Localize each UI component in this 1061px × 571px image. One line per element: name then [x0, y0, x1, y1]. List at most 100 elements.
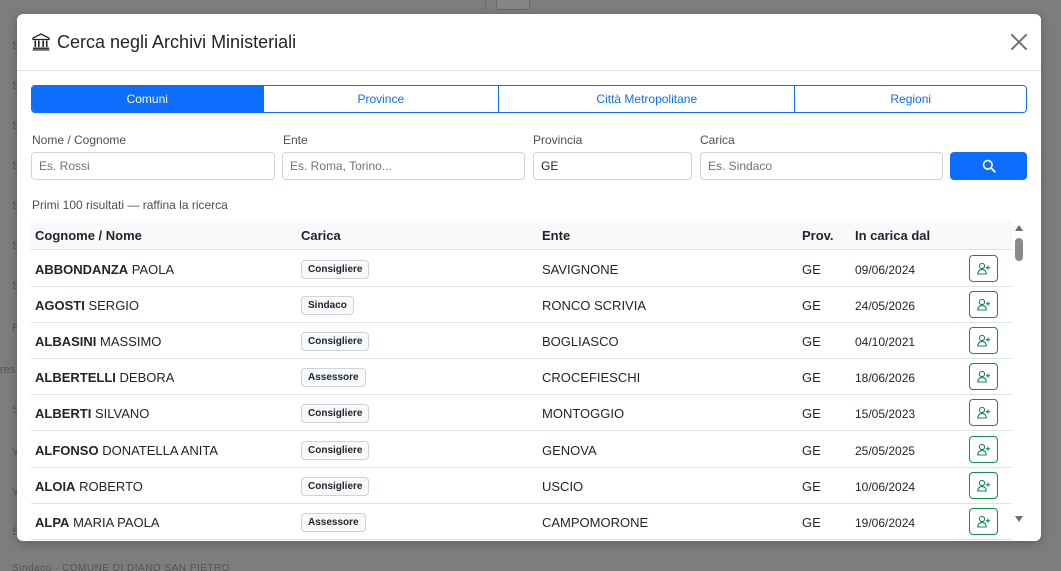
table-row: ALBASINI MASSIMO Consigliere BOGLIASCO GE 04…	[31, 323, 1012, 359]
cell-ente: CAMPOMORONE	[542, 515, 649, 530]
user-plus-icon	[976, 334, 990, 347]
cell-prov: GE	[802, 262, 821, 277]
header-nome: Cognome / Nome	[35, 228, 142, 243]
tab-province[interactable]: Province	[263, 86, 500, 112]
carica-label: Carica	[700, 133, 735, 147]
cell-surname: ALBASINI	[35, 334, 97, 349]
table-scrollbar[interactable]	[1012, 221, 1026, 541]
cell-prov: GE	[802, 479, 821, 494]
background-text: res	[0, 364, 16, 376]
header-carica: Carica	[301, 228, 341, 243]
cell-nome: ALBERTI SILVANO	[35, 406, 149, 421]
cell-prov: GE	[802, 406, 821, 421]
user-plus-icon	[976, 262, 990, 275]
provincia-label: Provincia	[533, 133, 583, 147]
cell-firstname: DONATELLA ANITA	[102, 443, 219, 458]
cell-nome: ALPA MARIA PAOLA	[35, 515, 160, 530]
cell-firstname: ROBERTO	[79, 479, 143, 494]
cell-surname: ALFONSO	[35, 443, 99, 458]
cell-firstname: SERGIO	[88, 298, 140, 313]
carica-badge: Consigliere	[301, 477, 370, 496]
add-person-button[interactable]	[969, 255, 998, 282]
cell-nome: ALBASINI MASSIMO	[35, 334, 161, 349]
scroll-thumb[interactable]	[1015, 238, 1023, 261]
cell-prov: GE	[802, 443, 821, 458]
cell-ente: BOGLIASCO	[542, 334, 619, 349]
carica-badge: Sindaco	[301, 296, 354, 315]
user-plus-icon	[976, 443, 990, 456]
scroll-up-arrow-icon[interactable]	[1015, 225, 1023, 231]
user-plus-icon	[976, 370, 990, 383]
cell-prov: GE	[802, 298, 821, 313]
table-row: ALFONSO DONATELLA ANITA Consigliere GENOVA…	[31, 432, 1012, 468]
carica-badge: Assessore	[301, 368, 366, 387]
add-person-button[interactable]	[969, 363, 998, 390]
add-person-button[interactable]	[969, 327, 998, 354]
cell-dal: 24/05/2026	[855, 299, 916, 313]
background-bottom-text: Sindaco · COMUNE DI DIANO SAN PIETRO	[12, 563, 231, 571]
header-dal: In carica dal	[855, 228, 931, 243]
cell-prov: GE	[802, 334, 821, 349]
cell-nome: AGOSTI SERGIO	[35, 298, 139, 313]
cell-surname: ABBONDANZA	[35, 262, 129, 277]
cell-nome: ALBERTELLI DEBORA	[35, 370, 174, 385]
header-prov: Prov.	[802, 228, 834, 243]
table-row: AGOSTI SERGIO Sindaco RONCO SCRIVIA GE 24/05…	[31, 287, 1012, 323]
modal-title-text: Cerca negli Archivi Ministeriali	[57, 31, 297, 52]
cell-dal: 18/06/2026	[855, 371, 916, 385]
add-person-button[interactable]	[969, 399, 998, 426]
cell-prov: GE	[802, 370, 821, 385]
cell-dal: 09/06/2024	[855, 263, 916, 277]
cell-firstname: DEBORA	[119, 370, 175, 385]
user-plus-icon	[976, 515, 990, 528]
search-button[interactable]	[950, 152, 1027, 180]
user-plus-icon	[976, 406, 990, 419]
table-row: ALPA MARIA PAOLA Assessore CAMPOMORONE GE 19…	[31, 504, 1012, 540]
scroll-down-arrow-icon[interactable]	[1015, 516, 1023, 522]
cell-dal: 15/05/2023	[855, 407, 916, 421]
cell-ente: GENOVA	[542, 443, 597, 458]
results-table: Cognome / Nome Carica Ente Prov. In cari…	[31, 221, 1027, 541]
table-row: ALBERTELLI DEBORA Assessore CROCEFIESCHI GE…	[31, 359, 1012, 395]
close-icon[interactable]	[1009, 32, 1029, 52]
cell-firstname: PAOLA	[131, 262, 175, 277]
cell-dal: 19/06/2024	[855, 516, 916, 530]
cell-ente: SAVIGNONE	[542, 262, 619, 277]
cell-ente: RONCO SCRIVIA	[542, 298, 647, 313]
tab-citta-metropolitane[interactable]: Città Metropolitane	[499, 86, 796, 112]
nome-input[interactable]	[31, 152, 275, 180]
add-person-button[interactable]	[969, 291, 998, 318]
cell-surname: ALPA	[35, 515, 70, 530]
carica-badge: Assessore	[301, 513, 366, 532]
cell-dal: 25/05/2025	[855, 444, 916, 458]
add-person-button[interactable]	[969, 508, 998, 535]
cell-ente: USCIO	[542, 479, 584, 494]
table-row: ABBONDANZA PAOLA Consigliere SAVIGNONE GE 09…	[31, 251, 1012, 287]
cell-ente: CROCEFIESCHI	[542, 370, 641, 385]
cell-surname: ALBERTI	[35, 406, 92, 421]
carica-badge: Consigliere	[301, 441, 370, 460]
carica-badge: Consigliere	[301, 332, 370, 351]
cell-nome: ABBONDANZA PAOLA	[35, 262, 174, 277]
cell-firstname: MASSIMO	[100, 334, 162, 349]
cell-nome: ALOIA ROBERTO	[35, 479, 143, 494]
nome-label: Nome / Cognome	[32, 133, 127, 147]
carica-input[interactable]	[700, 152, 943, 180]
modal-header: Cerca negli Archivi Ministeriali	[17, 14, 1041, 71]
tab-regioni[interactable]: Regioni	[795, 86, 1026, 112]
add-person-button[interactable]	[969, 436, 998, 463]
header-ente: Ente	[542, 228, 571, 243]
search-modal: Cerca negli Archivi Ministeriali Comuni …	[17, 14, 1041, 541]
table-row: ALBERTI SILVANO Consigliere MONTOGGIO GE 15/…	[31, 395, 1012, 431]
cell-dal: 04/10/2021	[855, 335, 916, 349]
cell-firstname: MARIA PAOLA	[73, 515, 160, 530]
cell-ente: MONTOGGIO	[542, 406, 625, 421]
background-topbar	[0, 0, 486, 10]
user-plus-icon	[976, 479, 990, 492]
add-person-button[interactable]	[969, 472, 998, 499]
bank-icon	[32, 33, 50, 51]
provincia-input[interactable]	[533, 152, 692, 180]
background-button	[496, 0, 530, 10]
tab-comuni[interactable]: Comuni	[32, 86, 264, 112]
ente-input[interactable]	[282, 152, 525, 180]
